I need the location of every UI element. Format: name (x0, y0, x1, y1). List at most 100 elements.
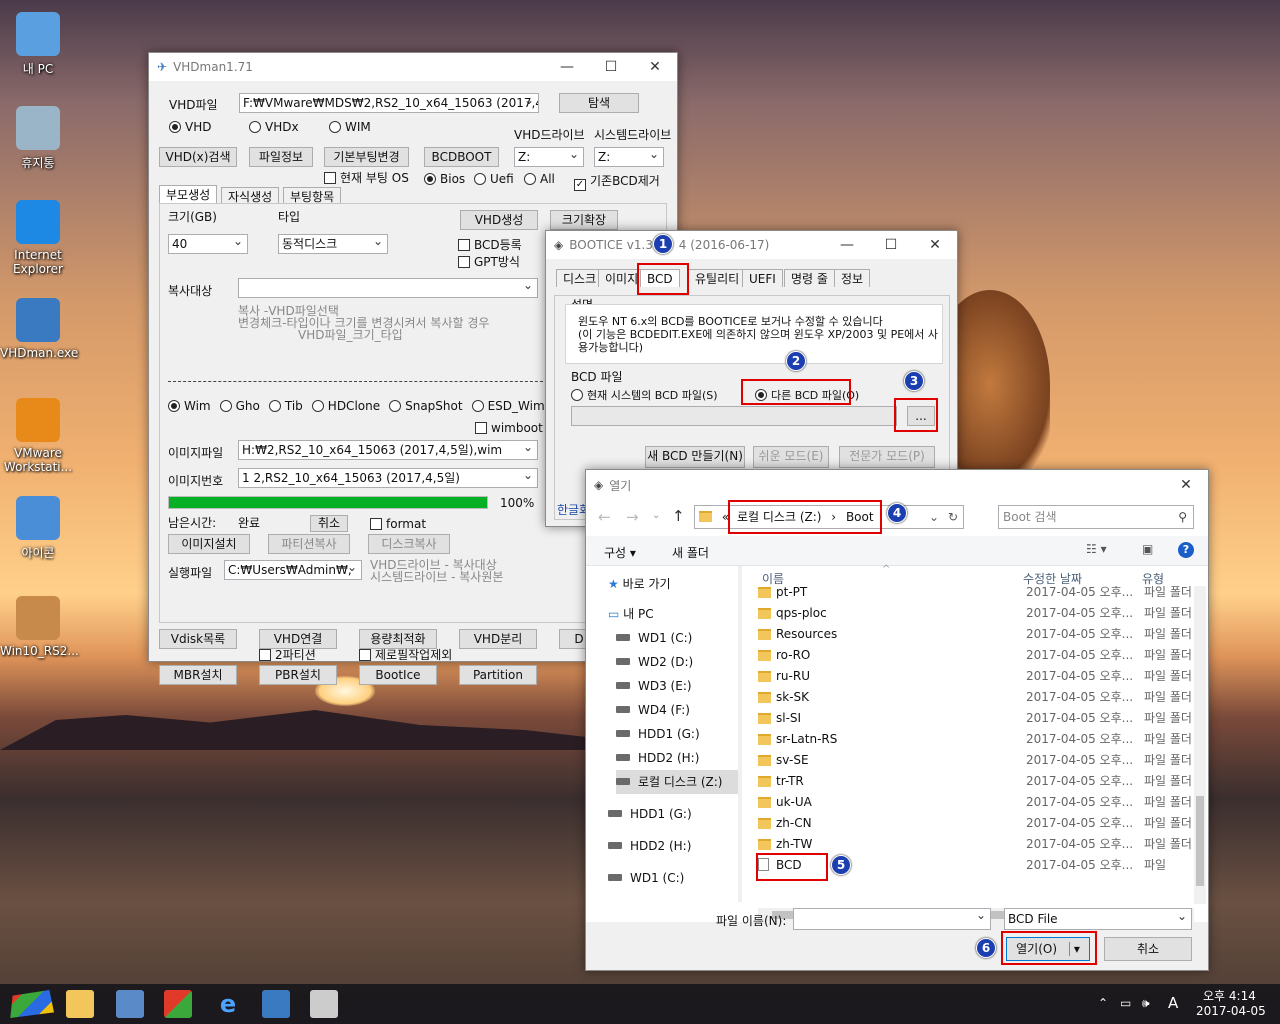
2partition-check[interactable]: 2파티션 (259, 646, 316, 663)
nav-item[interactable]: WD3 (E:) (616, 674, 692, 698)
format-check[interactable]: format (370, 517, 426, 531)
filename-input[interactable] (793, 908, 991, 930)
type-select[interactable]: 동적디스크 (278, 234, 388, 254)
desktop-icon[interactable]: Win10_RS2... (0, 596, 79, 658)
tray-chevron-icon[interactable]: ⌃ (1098, 996, 1108, 1010)
help-icon[interactable]: ? (1178, 542, 1194, 558)
nav-item[interactable]: HDD2 (H:) (616, 746, 699, 770)
forward-icon[interactable]: → (626, 508, 639, 526)
boot-uefi[interactable]: Uefi (474, 172, 514, 186)
image-file-select[interactable]: H:₩2,RS2_10_x64_15063 (2017,4,5일),wim (238, 440, 538, 460)
desktop-icon[interactable]: VHDman.exe (0, 298, 78, 360)
volume-icon[interactable]: 🕪 (1142, 996, 1150, 1011)
new-folder-button[interactable]: 새 폴더 (672, 544, 709, 561)
back-icon[interactable]: ← (598, 508, 611, 526)
file-row[interactable]: ru-RU 2017-04-05 오후... 파일 폴더 (758, 666, 1198, 687)
bootice-tab[interactable]: 디스크 (556, 269, 604, 287)
vertical-scrollbar[interactable] (1194, 586, 1206, 904)
image-type-option[interactable]: Wim (168, 399, 211, 413)
nav-item[interactable]: WD2 (D:) (616, 650, 693, 674)
bottom-button[interactable]: Partition (459, 665, 537, 685)
opt-current-bcd[interactable]: 현재 시스템의 BCD 파일(S) (571, 387, 718, 403)
file-row[interactable]: ro-RO 2017-04-05 오후... 파일 폴더 (758, 645, 1198, 666)
fileinfo-button[interactable]: 파일정보 (249, 147, 313, 167)
col-name[interactable]: 이름 (762, 570, 784, 587)
nav-item[interactable]: ★ 바로 가기 (608, 572, 671, 596)
close-icon[interactable]: ✕ (1164, 477, 1208, 493)
image-type-option[interactable]: HDClone (311, 399, 380, 413)
remove-bcd-check[interactable]: ✓ 기존BCD제거 (574, 172, 660, 191)
close-icon[interactable]: ✕ (913, 237, 957, 253)
address-dropdown-icon[interactable]: ⌄ (929, 506, 939, 528)
partition-copy-button[interactable]: 파티션복사 (268, 534, 350, 554)
cancel-button[interactable]: 취소 (1104, 937, 1192, 961)
vhdx-search-button[interactable]: VHD(x)검색 (159, 147, 237, 167)
cancel-progress-button[interactable]: 취소 (310, 515, 348, 532)
col-date[interactable]: 수정한 날짜 (1023, 570, 1082, 587)
file-row[interactable]: sv-SE 2017-04-05 오후... 파일 폴더 (758, 750, 1198, 771)
file-type-select[interactable]: BCD File (1004, 908, 1192, 930)
disk-copy-button[interactable]: 디스크복사 (368, 534, 450, 554)
open-titlebar[interactable]: ◈ 열기 ✕ (586, 470, 1208, 500)
size-select[interactable]: 40 (168, 234, 248, 254)
nav-item[interactable]: ▭ 내 PC (608, 602, 654, 626)
vhd-create-button[interactable]: VHD생성 (460, 210, 538, 230)
default-boot-button[interactable]: 기본부팅변경 (324, 147, 409, 167)
network-icon[interactable] (116, 990, 144, 1018)
network-tray-icon[interactable]: ▭ (1120, 996, 1131, 1010)
refresh-icon[interactable]: ↻ (948, 506, 958, 528)
recent-dropdown-icon[interactable]: ⌄ (652, 510, 660, 521)
file-row[interactable]: qps-ploc 2017-04-05 오후... 파일 폴더 (758, 603, 1198, 624)
bottom-button[interactable]: VHD분리 (459, 629, 537, 649)
nav-splitter[interactable] (738, 566, 742, 902)
size-expand-button[interactable]: 크기확장 (550, 210, 618, 230)
col-type[interactable]: 유형 (1142, 570, 1164, 587)
bottom-button[interactable]: Vdisk목록 (159, 629, 237, 649)
wimboot-check[interactable]: wimboot (475, 421, 543, 435)
minimize-icon[interactable]: — (545, 59, 589, 75)
file-row[interactable]: sr-Latn-RS 2017-04-05 오후... 파일 폴더 (758, 729, 1198, 750)
bootice-tab[interactable]: UEFI (742, 269, 783, 287)
copy-target-select[interactable] (238, 278, 538, 298)
image-num-select[interactable]: 1 2,RS2_10_x64_15063 (2017,4,5일) (238, 468, 538, 488)
format-vhdx[interactable]: VHDx (249, 120, 299, 134)
nav-item[interactable]: HDD2 (H:) (608, 834, 691, 858)
nav-item[interactable]: HDD1 (G:) (608, 802, 692, 826)
bootice-tab[interactable]: 정보 (834, 269, 871, 287)
internet-explorer-icon[interactable]: e (214, 990, 242, 1018)
file-row[interactable]: Resources 2017-04-05 오후... 파일 폴더 (758, 624, 1198, 645)
bootice-titlebar[interactable]: ◈ BOOTICE v1.3. 4 (2016-06-17) — ☐ ✕ (546, 231, 957, 259)
clock-date[interactable]: 2017-04-05 (1196, 1004, 1266, 1018)
bcdboot-button[interactable]: BCDBOOT (424, 147, 499, 167)
bootice-tab[interactable]: 유틸리티 (688, 269, 747, 287)
bottom-button[interactable]: BootIce (359, 665, 437, 685)
sys-drive-select[interactable]: Z: (594, 147, 664, 167)
new-bcd-button[interactable]: 새 BCD 만들기(N) (645, 446, 745, 468)
file-explorer-icon[interactable] (66, 990, 94, 1018)
ime-indicator[interactable]: A (1168, 994, 1178, 1012)
file-row[interactable]: uk-UA 2017-04-05 오후... 파일 폴더 (758, 792, 1198, 813)
nav-item[interactable]: WD1 (C:) (608, 866, 684, 890)
scroll-thumb[interactable] (1196, 796, 1204, 886)
easy-mode-button[interactable]: 쉬운 모드(E) (753, 446, 829, 468)
bootice-taskbar-icon[interactable] (310, 990, 338, 1018)
desktop-icon[interactable]: 내 PC (0, 12, 76, 77)
maximize-icon[interactable]: ☐ (589, 59, 633, 75)
desktop-icon[interactable]: VMware Workstati... (0, 398, 76, 474)
desktop-icon[interactable]: 아이콘 (0, 496, 76, 561)
image-type-option[interactable]: SnapShot (389, 399, 463, 413)
browse-button[interactable]: 탐색 (559, 93, 639, 113)
clock-time[interactable]: 오후 4:14 (1203, 987, 1256, 1004)
desktop-icon[interactable]: 휴지통 (0, 106, 76, 171)
image-install-button[interactable]: 이미지설치 (168, 534, 250, 554)
expert-mode-button[interactable]: 전문가 모드(P) (839, 446, 935, 468)
tab-parent[interactable]: 부모생성 (159, 185, 218, 203)
current-boot-os-check[interactable]: 현재 부팅 OS (324, 169, 409, 186)
start-button[interactable] (10, 990, 54, 1018)
bcd-register-check[interactable]: BCD등록 (458, 236, 522, 253)
nav-item[interactable]: 로컬 디스크 (Z:) (616, 770, 738, 794)
app-icon[interactable] (164, 990, 192, 1018)
bootice-tab[interactable]: 명령 줄 (784, 269, 835, 287)
file-row[interactable]: pt-PT 2017-04-05 오후... 파일 폴더 (758, 586, 1198, 603)
preview-pane-icon[interactable]: ▣ (1142, 542, 1153, 556)
